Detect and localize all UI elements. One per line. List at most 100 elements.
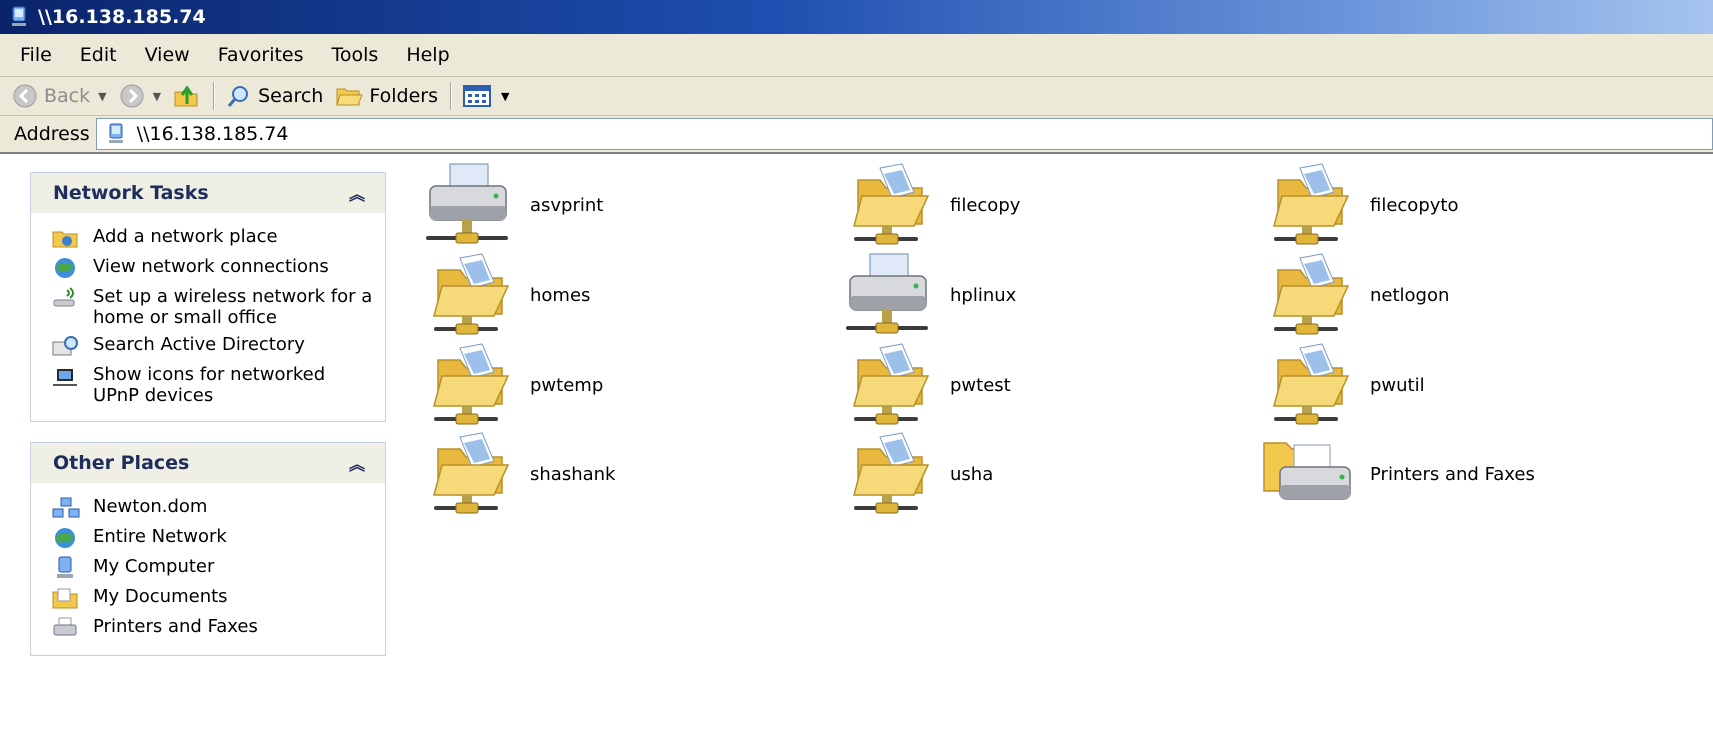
shared-printer-icon bbox=[420, 162, 516, 248]
share-item-pwutil[interactable]: pwutil bbox=[1260, 340, 1660, 430]
shared-folder-icon bbox=[420, 342, 516, 428]
share-label: pwutil bbox=[1370, 374, 1425, 396]
add-network-place-icon bbox=[52, 231, 78, 248]
share-label: filecopy bbox=[950, 194, 1021, 216]
task-add-network-place[interactable]: Add a network place bbox=[51, 223, 373, 253]
folders-label: Folders bbox=[369, 85, 438, 107]
share-item-shashank[interactable]: shashank bbox=[420, 429, 820, 519]
share-label: Printers and Faxes bbox=[1370, 463, 1535, 485]
shared-folder-icon bbox=[420, 431, 516, 517]
task-label: Show icons for networked UPnP devices bbox=[93, 364, 326, 406]
my-computer-icon bbox=[57, 556, 73, 578]
share-label: hplinux bbox=[950, 284, 1017, 306]
share-item-filecopyto[interactable]: filecopyto bbox=[1260, 160, 1660, 250]
menu-favorites[interactable]: Favorites bbox=[204, 44, 318, 66]
search-button[interactable]: Search bbox=[220, 83, 329, 109]
network-connections-icon bbox=[55, 258, 75, 278]
chevron-down-icon[interactable]: ▼ bbox=[501, 90, 509, 103]
menu-tools[interactable]: Tools bbox=[318, 44, 393, 66]
address-value: \\16.138.185.74 bbox=[136, 123, 289, 145]
panel-title: Other Places bbox=[53, 452, 190, 474]
menu-help[interactable]: Help bbox=[392, 44, 463, 66]
task-label: Add a network place bbox=[93, 226, 278, 247]
share-label: filecopyto bbox=[1370, 194, 1459, 216]
search-label: Search bbox=[258, 85, 324, 107]
place-newton-dom[interactable]: Newton.dom bbox=[51, 493, 373, 523]
panel-title: Network Tasks bbox=[53, 182, 209, 204]
place-entire-network[interactable]: Entire Network bbox=[51, 523, 373, 553]
menu-view[interactable]: View bbox=[131, 44, 204, 66]
printers-faxes-icon bbox=[53, 617, 77, 636]
shared-folder-icon bbox=[840, 342, 936, 428]
shared-folder-icon bbox=[1260, 342, 1356, 428]
share-item-homes[interactable]: homes bbox=[420, 250, 820, 340]
shared-printer-icon bbox=[840, 252, 936, 338]
shared-folder-icon bbox=[840, 162, 936, 248]
network-tasks-header[interactable]: Network Tasks ︽ bbox=[31, 173, 385, 213]
up-folder-button[interactable] bbox=[167, 82, 207, 110]
task-label: Set up a wireless network for a home or … bbox=[93, 286, 373, 328]
task-search-active-directory[interactable]: Search Active Directory bbox=[51, 331, 373, 361]
my-documents-icon bbox=[52, 588, 78, 609]
share-item-pwtest[interactable]: pwtest bbox=[840, 340, 1240, 430]
task-setup-wireless[interactable]: Set up a wireless network for a home or … bbox=[51, 283, 373, 331]
place-label: My Documents bbox=[93, 586, 228, 607]
forward-button[interactable]: ▼ bbox=[113, 83, 167, 109]
share-item-hplinux[interactable]: hplinux bbox=[840, 250, 1240, 340]
toolbar-separator bbox=[213, 82, 215, 110]
views-icon bbox=[462, 85, 491, 107]
chevron-down-icon[interactable]: ▼ bbox=[153, 90, 161, 103]
shared-folder-icon bbox=[840, 431, 936, 517]
share-item-usha[interactable]: usha bbox=[840, 429, 1240, 519]
place-label: Newton.dom bbox=[93, 496, 208, 517]
menu-bar: File Edit View Favorites Tools Help bbox=[0, 34, 1713, 77]
network-computer-icon bbox=[108, 123, 123, 143]
search-directory-icon bbox=[52, 336, 78, 356]
domain-icon bbox=[52, 497, 80, 518]
folders-icon bbox=[336, 88, 364, 106]
toolbar: Back ▼ ▼ Search Folders ▼ bbox=[0, 77, 1713, 116]
window-title: \\16.138.185.74 bbox=[38, 6, 206, 28]
address-input[interactable]: \\16.138.185.74 bbox=[95, 118, 1713, 150]
share-item-printers-and-faxes[interactable]: Printers and Faxes bbox=[1260, 429, 1660, 519]
network-computer-icon bbox=[12, 6, 26, 26]
place-label: My Computer bbox=[93, 556, 215, 577]
menu-file[interactable]: File bbox=[0, 44, 66, 66]
shared-folder-icon bbox=[420, 252, 516, 338]
views-button[interactable]: ▼ bbox=[457, 84, 515, 108]
share-item-filecopy[interactable]: filecopy bbox=[840, 160, 1240, 250]
other-places-header[interactable]: Other Places ︽ bbox=[31, 443, 385, 483]
folders-button[interactable]: Folders bbox=[329, 83, 444, 109]
entire-network-icon bbox=[55, 528, 75, 548]
printers-faxes-folder-icon bbox=[1260, 431, 1356, 517]
back-button[interactable]: Back ▼ bbox=[0, 83, 113, 109]
place-label: Printers and Faxes bbox=[93, 616, 258, 637]
share-item-netlogon[interactable]: netlogon bbox=[1260, 250, 1660, 340]
menu-edit[interactable]: Edit bbox=[66, 44, 131, 66]
task-show-upnp[interactable]: Show icons for networked UPnP devices bbox=[51, 361, 373, 409]
chevron-down-icon[interactable]: ▼ bbox=[98, 90, 106, 103]
title-bar[interactable]: \\16.138.185.74 bbox=[0, 0, 1713, 34]
task-label: View network connections bbox=[93, 256, 329, 277]
share-item-asvprint[interactable]: asvprint bbox=[420, 160, 820, 250]
place-my-computer[interactable]: My Computer bbox=[51, 553, 373, 583]
back-arrow-icon bbox=[13, 84, 37, 108]
collapse-chevron-icon[interactable]: ︽ bbox=[349, 181, 365, 205]
upnp-devices-icon bbox=[53, 369, 77, 386]
collapse-chevron-icon[interactable]: ︽ bbox=[349, 451, 365, 475]
place-printers-faxes[interactable]: Printers and Faxes bbox=[51, 613, 373, 643]
share-label: usha bbox=[950, 463, 994, 485]
place-label: Entire Network bbox=[93, 526, 227, 547]
address-bar: Address \\16.138.185.74 bbox=[0, 116, 1713, 154]
wireless-network-icon bbox=[53, 287, 75, 307]
toolbar-separator bbox=[449, 82, 451, 110]
search-icon bbox=[227, 86, 249, 107]
place-my-documents[interactable]: My Documents bbox=[51, 583, 373, 613]
task-label: Search Active Directory bbox=[93, 334, 305, 355]
address-label: Address bbox=[14, 123, 90, 145]
share-label: netlogon bbox=[1370, 284, 1450, 306]
task-view-network-connections[interactable]: View network connections bbox=[51, 253, 373, 283]
share-item-pwtemp[interactable]: pwtemp bbox=[420, 340, 820, 430]
shared-folder-icon bbox=[1260, 252, 1356, 338]
back-label: Back bbox=[44, 85, 91, 107]
